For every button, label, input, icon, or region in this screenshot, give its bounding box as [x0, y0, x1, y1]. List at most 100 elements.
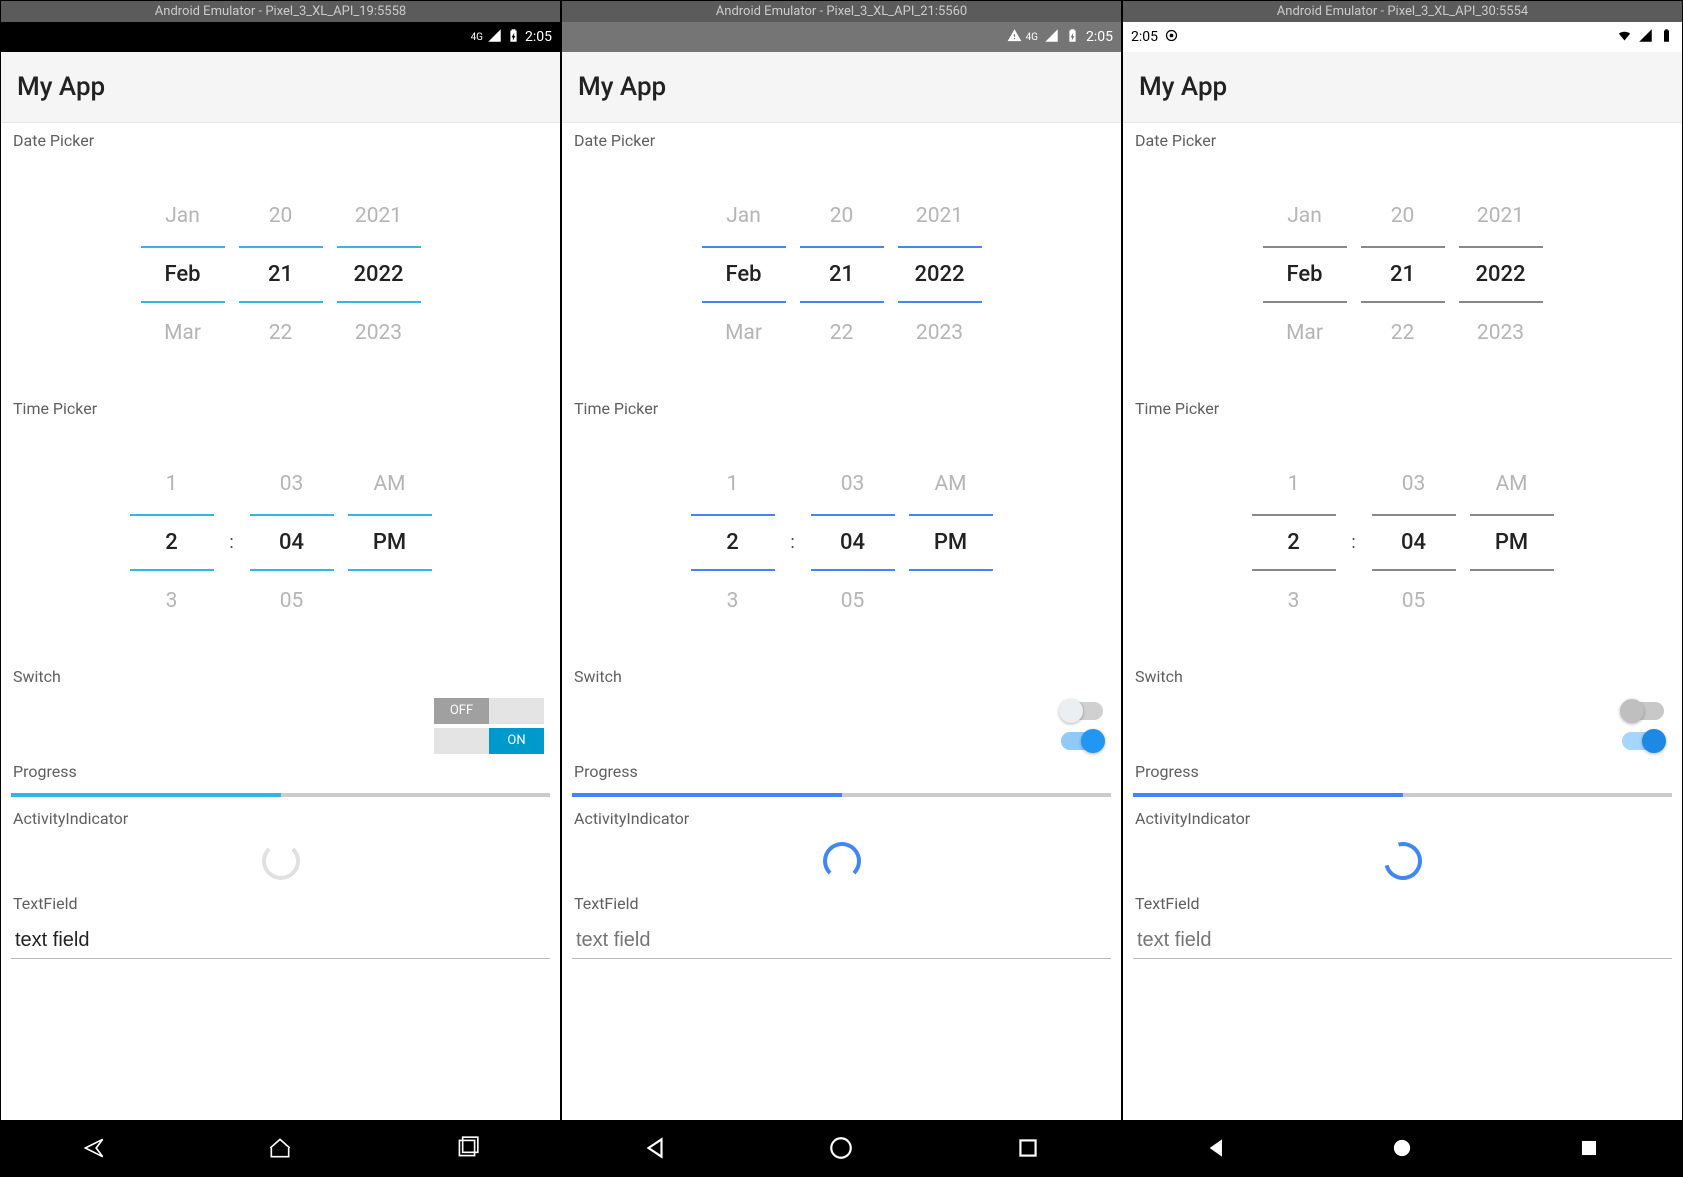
hour-spinner[interactable]: 1 2 3: [130, 454, 214, 631]
switch-container: OFF ON: [11, 694, 550, 754]
activity-label: ActivityIndicator: [11, 801, 550, 836]
ampm-spinner[interactable]: AM PM: [348, 454, 432, 631]
date-picker[interactable]: Jan Feb Mar 20 21 22 2021 2022 2023: [1133, 158, 1672, 391]
date-picker-label: Date Picker: [1133, 123, 1672, 158]
year-spinner[interactable]: 2021 2022 2023: [1459, 186, 1543, 363]
time-picker[interactable]: 1 2 3 : 03 04 05 AM PM: [572, 426, 1111, 659]
text-input[interactable]: [1133, 921, 1672, 959]
status-bar: 2:05: [1123, 22, 1682, 52]
emulator-api30: Android Emulator - Pixel_3_XL_API_30:555…: [1122, 0, 1683, 1177]
activity-label: ActivityIndicator: [572, 801, 1111, 836]
progress-label: Progress: [1133, 754, 1672, 789]
month-spinner[interactable]: Jan Feb Mar: [1263, 186, 1347, 363]
minute-spinner[interactable]: 03 04 05: [250, 454, 334, 631]
battery-icon: [1659, 28, 1674, 47]
date-picker-label: Date Picker: [11, 123, 550, 158]
date-picker[interactable]: Jan Feb Mar 20 21 22 2021 2022 2023: [11, 158, 550, 391]
switch-on[interactable]: [1061, 732, 1103, 750]
textfield-label: TextField: [572, 886, 1111, 921]
date-picker-label: Date Picker: [572, 123, 1111, 158]
emulator-title: Android Emulator - Pixel_3_XL_API_19:555…: [1, 1, 560, 22]
recents-button[interactable]: [1574, 1133, 1604, 1163]
dnd-icon: [1164, 28, 1179, 47]
warning-icon: [1007, 28, 1022, 47]
month-spinner[interactable]: Jan Feb Mar: [141, 186, 225, 363]
hour-spinner[interactable]: 1 2 3: [1252, 454, 1336, 631]
clock: 2:05: [1086, 29, 1113, 45]
activity-indicator: [572, 836, 1111, 886]
ampm-spinner[interactable]: AM PM: [909, 454, 993, 631]
day-spinner[interactable]: 20 21 22: [1361, 186, 1445, 363]
time-colon: :: [228, 454, 236, 631]
activity-indicator: [1133, 836, 1672, 886]
screen-content: Date Picker Jan Feb Mar 20 21 22 2021 20…: [1123, 123, 1682, 1120]
home-button[interactable]: [826, 1133, 856, 1163]
activity-label: ActivityIndicator: [1133, 801, 1672, 836]
spinner-icon: [823, 842, 861, 880]
system-nav-bar: [1123, 1120, 1682, 1176]
switch-on[interactable]: [1622, 732, 1664, 750]
hour-spinner[interactable]: 1 2 3: [691, 454, 775, 631]
signal-icon: [1638, 28, 1653, 47]
battery-charging-icon: [506, 28, 521, 47]
switch-label: Switch: [572, 659, 1111, 694]
app-title: My App: [17, 72, 544, 102]
activity-indicator: [11, 836, 550, 886]
wifi-icon: [1617, 28, 1632, 47]
status-bar: 4G 2:05: [562, 22, 1121, 52]
back-button[interactable]: [1201, 1133, 1231, 1163]
switch-off[interactable]: [1622, 702, 1664, 720]
ampm-spinner[interactable]: AM PM: [1470, 454, 1554, 631]
switch-on[interactable]: ON: [434, 728, 544, 754]
year-spinner[interactable]: 2021 2022 2023: [337, 186, 421, 363]
progress-label: Progress: [11, 754, 550, 789]
text-input[interactable]: [11, 921, 550, 959]
switch-off[interactable]: [1061, 702, 1103, 720]
back-button[interactable]: [640, 1133, 670, 1163]
textfield-label: TextField: [11, 886, 550, 921]
clock: 2:05: [1131, 29, 1158, 45]
home-button[interactable]: [1387, 1133, 1417, 1163]
system-nav-bar: [1, 1120, 560, 1176]
clock: 2:05: [525, 29, 552, 45]
switch-label: Switch: [1133, 659, 1672, 694]
network-label: 4G: [1026, 32, 1038, 43]
screen-content: Date Picker Jan Feb Mar 20 21 22 2021 20…: [1, 123, 560, 1120]
emulator-title: Android Emulator - Pixel_3_XL_API_21:556…: [562, 1, 1121, 22]
time-picker[interactable]: 1 2 3 : 03 04 05 AM PM: [1133, 426, 1672, 659]
switch-label: Switch: [11, 659, 550, 694]
screen-content: Date Picker Jan Feb Mar 20 21 22 2021 20…: [562, 123, 1121, 1120]
time-picker[interactable]: 1 2 3 : 03 04 05 AM PM: [11, 426, 550, 659]
day-spinner[interactable]: 20 21 22: [800, 186, 884, 363]
time-colon: :: [1350, 454, 1358, 631]
year-spinner[interactable]: 2021 2022 2023: [898, 186, 982, 363]
recents-button[interactable]: [1013, 1133, 1043, 1163]
app-bar: My App: [1123, 52, 1682, 123]
emulator-api21: Android Emulator - Pixel_3_XL_API_21:556…: [561, 0, 1122, 1177]
date-picker[interactable]: Jan Feb Mar 20 21 22 2021 2022 2023: [572, 158, 1111, 391]
home-button[interactable]: [265, 1133, 295, 1163]
time-picker-label: Time Picker: [572, 391, 1111, 426]
spinner-icon: [262, 842, 300, 880]
progress-label: Progress: [572, 754, 1111, 789]
signal-icon: [1044, 28, 1059, 47]
switch-off[interactable]: OFF: [434, 698, 544, 724]
text-input[interactable]: [572, 921, 1111, 959]
signal-icon: [487, 28, 502, 47]
spinner-icon: [1377, 835, 1429, 887]
recents-button[interactable]: [452, 1133, 482, 1163]
month-spinner[interactable]: Jan Feb Mar: [702, 186, 786, 363]
app-bar: My App: [562, 52, 1121, 123]
switch-container: [572, 694, 1111, 754]
minute-spinner[interactable]: 03 04 05: [1372, 454, 1456, 631]
minute-spinner[interactable]: 03 04 05: [811, 454, 895, 631]
switch-container: [1133, 694, 1672, 754]
progress-bar: [572, 793, 1111, 797]
progress-bar: [11, 793, 550, 797]
app-bar: My App: [1, 52, 560, 123]
back-button[interactable]: [79, 1133, 109, 1163]
emulator-api19: Android Emulator - Pixel_3_XL_API_19:555…: [0, 0, 561, 1177]
battery-charging-icon: [1065, 28, 1080, 47]
day-spinner[interactable]: 20 21 22: [239, 186, 323, 363]
textfield-label: TextField: [1133, 886, 1672, 921]
